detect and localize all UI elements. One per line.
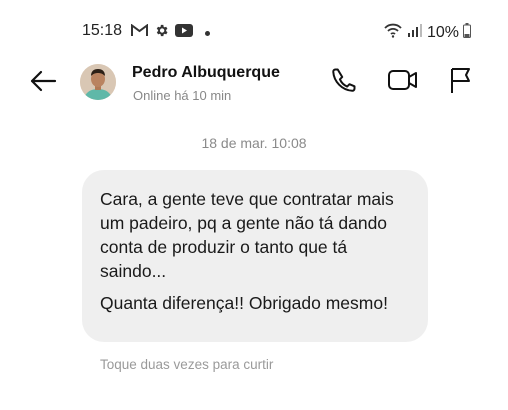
- chat-header: Pedro Albuquerque Online há 10 min: [0, 54, 508, 114]
- contact-name[interactable]: Pedro Albuquerque: [132, 64, 280, 82]
- video-call-button[interactable]: [386, 65, 420, 99]
- call-button[interactable]: [327, 65, 361, 99]
- youtube-icon: [175, 24, 193, 42]
- double-tap-like-hint: Toque duas vezes para curtir: [100, 357, 274, 372]
- signal-icon: [407, 23, 423, 42]
- phone-icon: [330, 66, 358, 99]
- wifi-icon: [383, 22, 403, 43]
- battery-percent: 10%: [427, 23, 460, 41]
- battery-icon: [463, 22, 472, 43]
- video-camera-icon: [387, 67, 419, 98]
- status-time: 15:18: [82, 22, 123, 39]
- message-paragraph: Quanta diferença!! Obrigado mesmo!: [100, 293, 388, 313]
- status-notification-icons: [131, 23, 210, 43]
- message-bubble[interactable]: Cara, a gente teve que contratar mais um…: [82, 170, 428, 342]
- message-timestamp: 18 de mar. 10:08: [201, 135, 307, 151]
- status-bar: 15:18 10%: [0, 18, 508, 46]
- back-button[interactable]: [26, 66, 60, 100]
- message-paragraph: Cara, a gente teve que contratar mais um…: [100, 189, 394, 281]
- status-system-icons: 10%: [383, 22, 472, 43]
- gear-icon: [154, 23, 169, 43]
- dot-icon: [205, 30, 210, 36]
- gmail-icon: [131, 23, 148, 42]
- contact-status: Online há 10 min: [133, 88, 232, 103]
- flag-icon: [447, 66, 473, 99]
- avatar[interactable]: [80, 64, 116, 100]
- report-button[interactable]: [443, 65, 477, 99]
- back-arrow-icon: [29, 70, 57, 97]
